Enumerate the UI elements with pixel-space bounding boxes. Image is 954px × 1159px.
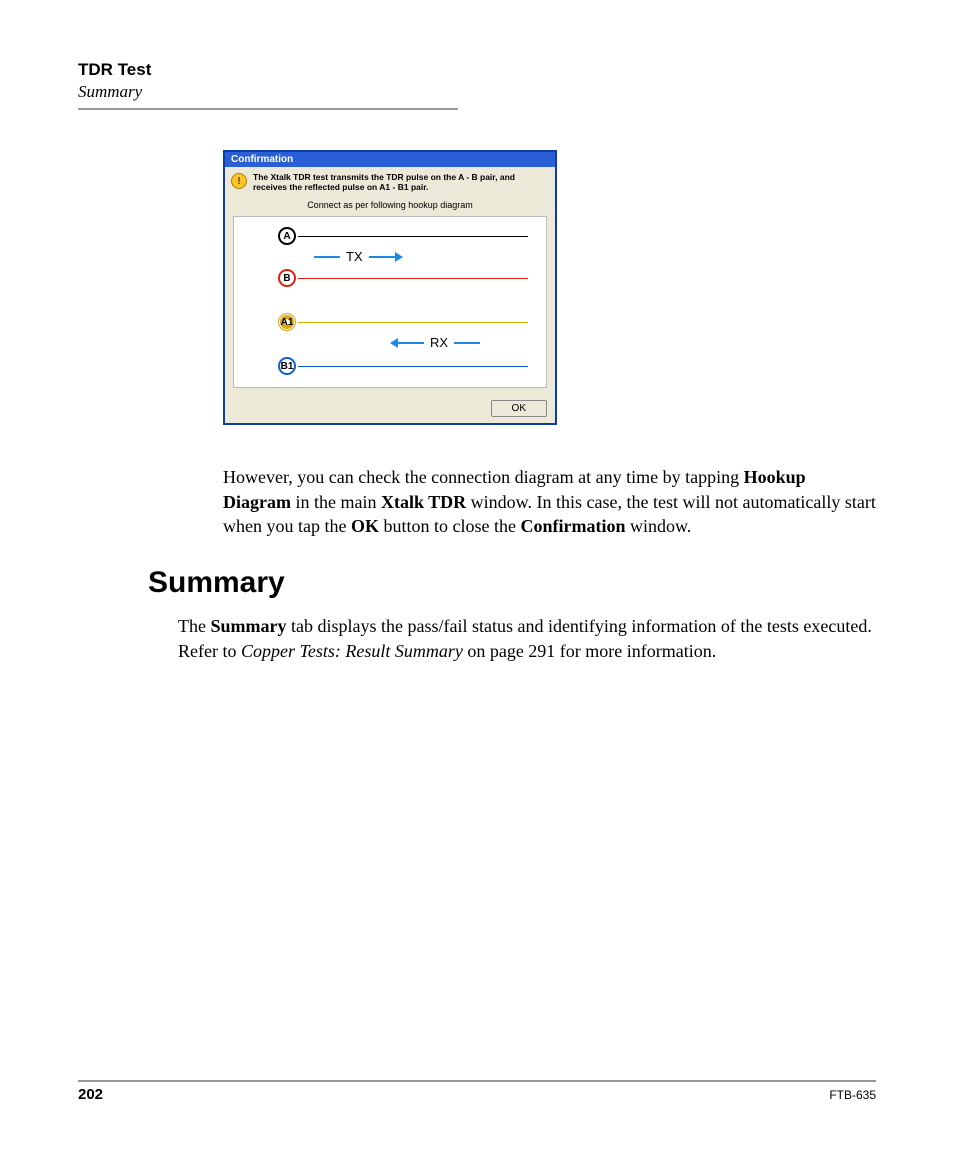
arrow-segment <box>454 342 480 344</box>
tx-label: TX <box>346 249 363 264</box>
footer-row: 202 FTB-635 <box>78 1086 876 1103</box>
arrow-segment <box>314 256 340 258</box>
dialog-message: The Xtalk TDR test transmits the TDR pul… <box>253 172 549 192</box>
bold: Xtalk TDR <box>381 492 466 512</box>
text: button to close the <box>379 516 520 536</box>
paragraph-2: The Summary tab displays the pass/fail s… <box>78 614 876 663</box>
text: on page 291 for more information. <box>463 641 716 661</box>
italic: Copper Tests: Result Summary <box>241 641 463 661</box>
running-head: TDR Test Summary <box>78 60 876 102</box>
arrow-right-icon <box>395 252 403 262</box>
warning-icon: ! <box>231 173 247 189</box>
arrow-left-icon <box>390 338 398 348</box>
text: However, you can check the connection di… <box>223 467 744 487</box>
running-title: TDR Test <box>78 60 876 80</box>
rx-label: RX <box>430 335 448 350</box>
running-subtitle: Summary <box>78 82 876 102</box>
wire-a <box>298 236 528 237</box>
bold: Summary <box>210 616 286 636</box>
node-b: B <box>278 269 296 287</box>
ok-button[interactable]: OK <box>491 400 547 417</box>
header-rule <box>78 108 458 110</box>
bold: Confirmation <box>520 516 625 536</box>
wire-b1 <box>298 366 528 367</box>
node-a1: A1 <box>278 313 296 331</box>
dialog-submessage: Connect as per following hookup diagram <box>225 192 555 216</box>
dialog-titlebar: Confirmation <box>225 152 555 167</box>
wire-a1 <box>298 322 528 323</box>
tx-arrow: TX <box>314 249 403 264</box>
page-number: 202 <box>78 1086 103 1103</box>
rx-arrow: RX <box>390 335 480 350</box>
bold: OK <box>351 516 379 536</box>
text: in the main <box>291 492 381 512</box>
page-footer: 202 FTB-635 <box>78 1080 876 1103</box>
footer-rule <box>78 1080 876 1082</box>
arrow-segment <box>398 342 424 344</box>
paragraph-1: However, you can check the connection di… <box>78 465 876 538</box>
wire-b <box>298 278 528 279</box>
section-heading: Summary <box>148 566 876 600</box>
node-a: A <box>278 227 296 245</box>
page: TDR Test Summary Confirmation ! The Xtal… <box>0 0 954 1159</box>
node-b1: B1 <box>278 357 296 375</box>
arrow-segment <box>369 256 395 258</box>
text: window. <box>625 516 691 536</box>
document-id: FTB-635 <box>829 1088 876 1102</box>
hookup-diagram: A B A1 B1 TX RX <box>233 216 547 388</box>
confirmation-dialog: Confirmation ! The Xtalk TDR test transm… <box>223 150 557 425</box>
dialog-button-row: OK <box>225 396 555 423</box>
text: The <box>178 616 210 636</box>
dialog-message-row: ! The Xtalk TDR test transmits the TDR p… <box>225 167 555 192</box>
dialog-figure: Confirmation ! The Xtalk TDR test transm… <box>223 150 876 425</box>
